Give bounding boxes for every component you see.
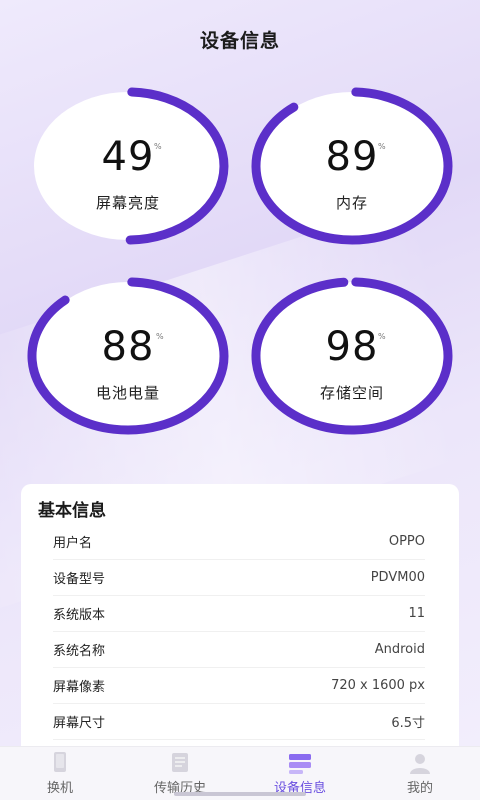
gauge-value: 49 — [101, 134, 155, 180]
tab-label: 换机 — [46, 781, 73, 796]
gauge-unit: % — [378, 142, 386, 151]
gauge-value: 98 — [325, 324, 379, 370]
home-indicator[interactable] — [174, 792, 306, 796]
tab-mine[interactable]: 我的 — [360, 747, 480, 800]
info-row-os-name: 系统名称 Android — [53, 632, 425, 668]
info-key: 系统名称 — [53, 644, 106, 659]
gauge-value: 88 — [101, 324, 155, 370]
info-row-model: 设备型号 PDVM00 — [53, 560, 425, 596]
page-title: 设备信息 — [199, 30, 280, 52]
gauge-unit: % — [378, 332, 386, 341]
gauge-label: 存储空间 — [319, 384, 384, 402]
info-key: 屏幕尺寸 — [53, 716, 106, 731]
info-row-screen-size: 屏幕尺寸 6.5寸 — [53, 704, 425, 740]
history-icon — [166, 751, 194, 775]
gauge-unit: % — [156, 332, 164, 341]
tab-label: 我的 — [406, 781, 433, 796]
info-value: 11 — [408, 606, 425, 621]
info-value: PDVM00 — [370, 570, 425, 585]
gauge-label: 电池电量 — [95, 384, 160, 402]
basic-info-card: 基本信息 用户名 OPPO 设备型号 PDVM00 系统版本 11 系统名称 A… — [21, 484, 459, 784]
info-value: 6.5寸 — [391, 716, 425, 731]
info-row-os-version: 系统版本 11 — [53, 596, 425, 632]
info-value: 720 x 1600 px — [331, 678, 425, 693]
info-value: Android — [374, 642, 425, 657]
gauge-battery[interactable]: 88 % 电池电量 — [27, 276, 229, 436]
device-info-icon — [286, 751, 314, 775]
basic-info-title: 基本信息 — [38, 501, 106, 521]
info-key: 设备型号 — [53, 572, 106, 587]
user-icon — [406, 751, 434, 775]
gauge-label: 屏幕亮度 — [95, 194, 160, 212]
gauge-unit: % — [154, 142, 162, 151]
info-key: 用户名 — [53, 536, 93, 551]
info-value: OPPO — [388, 534, 425, 549]
gauge-storage[interactable]: 98 % 存储空间 — [251, 276, 453, 436]
gauge-screen-brightness[interactable]: 49 % 屏幕亮度 — [28, 86, 229, 246]
info-key: 屏幕像素 — [53, 680, 106, 695]
info-row-resolution: 屏幕像素 720 x 1600 px — [53, 668, 425, 704]
gauge-label: 内存 — [335, 194, 368, 212]
gauge-memory[interactable]: 89 % 内存 — [251, 86, 453, 246]
tab-switch-phone[interactable]: 换机 — [0, 747, 120, 800]
gauge-value: 89 — [325, 134, 379, 180]
info-key: 系统版本 — [53, 608, 106, 623]
info-row-username: 用户名 OPPO — [53, 524, 425, 560]
phone-icon — [46, 751, 74, 775]
